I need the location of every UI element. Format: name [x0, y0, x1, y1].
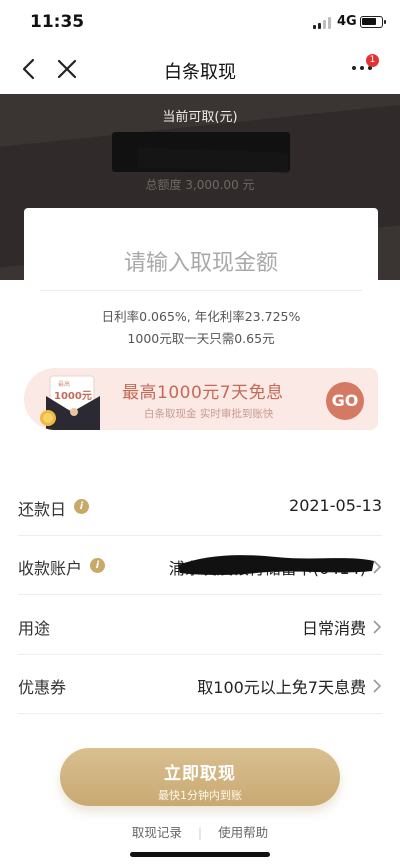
chevron-right-icon	[372, 619, 382, 634]
withdraw-now-subtitle: 最快1分钟内到账	[158, 789, 242, 802]
go-button[interactable]: GO	[326, 382, 364, 420]
amount-input[interactable]	[40, 246, 362, 280]
available-amount-label: 当前可取(元)	[162, 110, 238, 125]
notification-badge: 1	[366, 54, 379, 67]
chevron-right-icon	[372, 559, 382, 574]
purpose-label: 用途	[18, 619, 51, 638]
status-time: 11:35	[30, 12, 85, 32]
repayment-date-label: 还款日	[18, 500, 67, 519]
withdraw-now-button[interactable]: 立即取现 最快1分钟内到账	[60, 748, 340, 806]
status-bar: 11:35 4G	[0, 0, 400, 44]
info-icon[interactable]: i	[90, 558, 105, 573]
credit-line-text: 总额度 3,000.00 元	[145, 178, 255, 192]
purpose-value: 日常消费	[301, 619, 366, 638]
red-envelope-icon: 最高 1000元	[38, 374, 116, 430]
promo-title: 最高1000元7天免息	[122, 383, 284, 403]
interest-rate-text: 日利率0.065%, 年化利率23.725%	[101, 309, 301, 324]
footer-separator: |	[197, 825, 203, 840]
svg-text:1000元: 1000元	[54, 390, 92, 402]
footer-links: 取现记录 | 使用帮助	[0, 822, 400, 841]
repayment-date-value: 2021-05-13	[289, 496, 382, 515]
chevron-right-icon	[372, 678, 382, 693]
svg-text:最高: 最高	[58, 380, 70, 388]
receiving-account-label: 收款账户	[18, 559, 83, 578]
promo-banner[interactable]: 最高 1000元 最高1000元7天免息 白条取现金 实时审批到账快 GO	[24, 368, 378, 430]
withdraw-records-link[interactable]: 取现记录	[132, 825, 182, 840]
coupon-label: 优惠券	[18, 678, 67, 697]
help-link[interactable]: 使用帮助	[218, 825, 268, 840]
signal-icon	[313, 17, 333, 29]
purpose-row[interactable]: 用途 日常消费	[18, 597, 382, 655]
promo-subtitle: 白条取现金 实时审批到账快	[144, 408, 274, 420]
receiving-account-row[interactable]: 收款账户 i 浦东发展银行储蓄卡(6414)	[18, 537, 382, 595]
repayment-date-row[interactable]: 还款日 i 2021-05-13	[18, 478, 382, 536]
withdraw-now-label: 立即取现	[164, 764, 236, 784]
coupon-row[interactable]: 优惠券 取100元以上免7天息费	[18, 656, 382, 714]
coupon-value: 取100元以上免7天息费	[197, 678, 366, 697]
input-divider	[40, 290, 362, 291]
network-label: 4G	[337, 14, 357, 29]
battery-icon	[360, 16, 386, 28]
info-icon[interactable]: i	[74, 499, 89, 514]
page-title: 白条取现	[164, 62, 236, 83]
home-indicator[interactable]	[130, 852, 270, 857]
nav-bar: 白条取现 1	[0, 44, 400, 94]
account-redaction	[176, 549, 376, 579]
cost-example-text: 1000元取一天只需0.65元	[127, 331, 275, 346]
